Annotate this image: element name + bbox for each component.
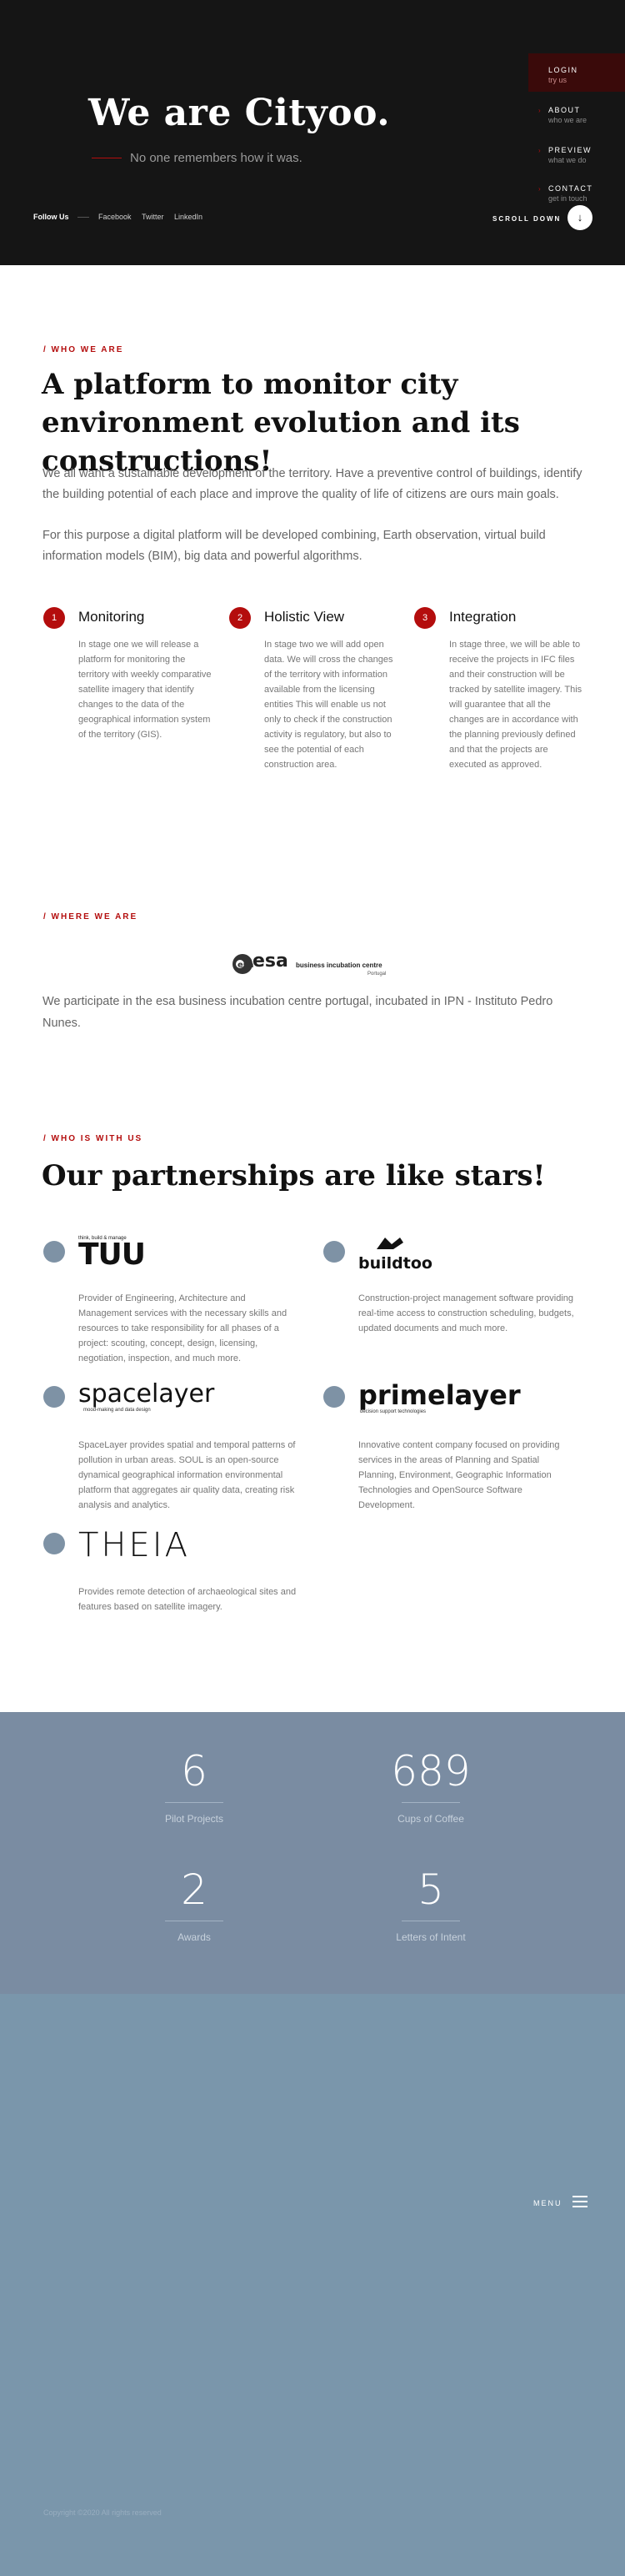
nav-about-sub: who we are <box>548 116 588 124</box>
chevron-right-icon: › <box>538 147 541 154</box>
chevron-right-icon: › <box>538 107 541 114</box>
step-text: In stage two we will add open data. We w… <box>264 640 393 770</box>
partner-dot <box>43 1386 65 1408</box>
stat-awards: 2 Awards <box>119 1865 269 1943</box>
follow-divider <box>78 217 89 218</box>
nav-item-about[interactable]: › ABOUT who we are <box>528 93 625 132</box>
stat-divider <box>402 1802 460 1803</box>
stat-label: Awards <box>178 1931 211 1943</box>
partner-text: Innovative content company focused on pr… <box>358 1440 560 1510</box>
buildtoo-logo: buildtoo <box>358 1236 432 1274</box>
twitter-link[interactable]: Twitter <box>142 213 164 221</box>
step-title: Integration <box>449 609 517 625</box>
stat-label: Letters of Intent <box>396 1931 466 1943</box>
partner-text: Provider of Engineering, Architecture an… <box>78 1293 288 1363</box>
partner-dot <box>43 1533 65 1554</box>
stat-number: 2 <box>181 1865 208 1914</box>
partner-text: Provides remote detection of archaeologi… <box>78 1587 297 1612</box>
primelayer-logo: primelayer decision support technologies <box>358 1381 521 1419</box>
follow-us-label: Follow Us <box>33 213 69 221</box>
partners-heading: Our partnerships are like stars! <box>42 1159 546 1193</box>
linkedin-link[interactable]: LinkedIn <box>174 213 202 221</box>
step-number-badge: 3 <box>414 607 436 629</box>
step-text: In stage three, we will be able to recei… <box>449 640 582 770</box>
partner-dot <box>323 1386 345 1408</box>
tuu-logo: think, build & manage TUU <box>78 1236 146 1274</box>
stat-pilot-projects: 6 Pilot Projects <box>119 1747 269 1825</box>
stat-letters-of-intent: 5 Letters of Intent <box>356 1865 506 1943</box>
stat-cups-of-coffee: 689 Cups of Coffee <box>356 1747 506 1825</box>
chevron-right-icon: › <box>538 185 541 193</box>
spacelayer-logo-word: spacelayer <box>78 1379 215 1409</box>
esa-logo-place: Portugal <box>368 972 387 977</box>
nav-item-preview[interactable]: › PREVIEW what we do <box>528 133 625 172</box>
intro-paragraph-2: For this purpose a digital platform will… <box>42 529 546 563</box>
stat-number: 689 <box>391 1747 471 1795</box>
nav-preview-title: PREVIEW <box>548 146 592 154</box>
partners-eyebrow: / WHO IS WITH US <box>43 1134 143 1143</box>
nav-item-contact[interactable]: › CONTACT get in touch <box>528 172 625 210</box>
menu-label[interactable]: MENU <box>533 2199 562 2207</box>
stat-label: Cups of Coffee <box>398 1813 464 1825</box>
footer: MENU Copyright ©2020 All rights reserved <box>0 1994 625 2576</box>
esa-description: We participate in the esa business incub… <box>42 995 553 1030</box>
facebook-link[interactable]: Facebook <box>98 213 132 221</box>
partner-dot <box>43 1241 65 1263</box>
esa-logo-word: esa <box>252 951 288 972</box>
stat-label: Pilot Projects <box>164 1813 224 1825</box>
nav-login-sub: try us <box>548 76 568 84</box>
tuu-logo-word: TUU <box>78 1238 146 1272</box>
who-eyebrow: / WHO WE ARE <box>43 345 124 354</box>
stat-divider <box>165 1802 223 1803</box>
partner-text: Construction-project management software… <box>358 1293 574 1333</box>
partner-text: SpaceLayer provides spatial and temporal… <box>78 1440 296 1510</box>
theia-logo-word: THEIA <box>78 1526 190 1564</box>
nav-preview-sub: what we do <box>548 156 587 164</box>
esa-logo: esa esa business incubation centre Portu… <box>232 951 399 981</box>
primelayer-logo-word: primelayer <box>358 1379 521 1411</box>
buildtoo-mark-icon <box>377 1238 403 1249</box>
hero-title: We are Cityoo. <box>88 92 391 134</box>
nav-contact-title: CONTACT <box>548 184 593 193</box>
arrow-down-icon: ↓ <box>577 211 583 223</box>
step-number-badge: 1 <box>43 607 65 629</box>
nav-contact-sub: get in touch <box>548 194 588 203</box>
where-eyebrow: / WHERE WE ARE <box>43 912 138 921</box>
step-number-badge: 2 <box>229 607 251 629</box>
stat-number: 6 <box>181 1747 208 1795</box>
intro-paragraph-1: We all want a sustainable development of… <box>42 467 582 501</box>
esa-logo-sub: business incubation centre <box>296 962 382 969</box>
side-nav: LOGIN try us › ABOUT who we are › PREVIE… <box>528 53 625 212</box>
hero-subtitle: No one remembers how it was. <box>130 151 302 165</box>
nav-login-title: LOGIN <box>548 66 578 74</box>
partner-dot <box>323 1241 345 1263</box>
copyright-text: Copyright ©2020 All rights reserved <box>43 2508 162 2517</box>
hero-section: We are Cityoo. No one remembers how it w… <box>0 0 625 265</box>
hamburger-menu-icon[interactable] <box>572 2196 588 2207</box>
stats-section: 6 Pilot Projects 689 Cups of Coffee 2 Aw… <box>0 1712 625 1994</box>
stat-number: 5 <box>418 1865 444 1914</box>
spacelayer-logo: spacelayer mood-making and data design <box>78 1381 214 1419</box>
theia-logo: THEIA <box>78 1528 190 1566</box>
buildtoo-logo-word: buildtoo <box>358 1254 432 1273</box>
esa-logo-mark: esa <box>238 961 253 970</box>
step-title: Monitoring <box>78 609 145 625</box>
scroll-down-label: SCROLL DOWN <box>492 215 562 223</box>
nav-item-login[interactable]: LOGIN try us <box>528 53 625 92</box>
step-title: Holistic View <box>264 609 345 625</box>
nav-about-title: ABOUT <box>548 106 581 114</box>
step-text: In stage one we will release a platform … <box>78 640 212 740</box>
